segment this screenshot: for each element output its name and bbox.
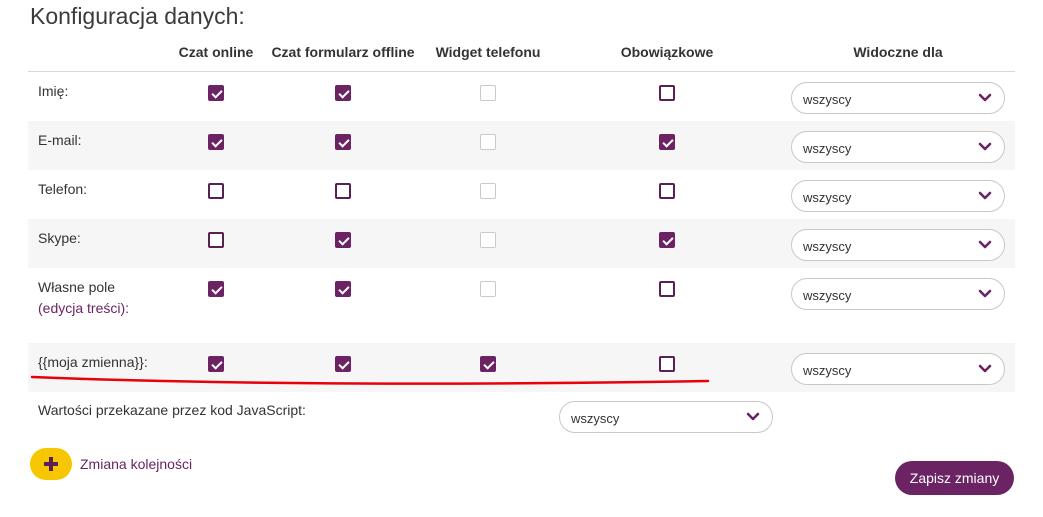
chat-online-checkbox[interactable] [208,134,224,150]
chevron-down-icon [978,289,992,298]
chat-online-checkbox[interactable] [208,183,224,199]
required-checkbox[interactable] [659,281,675,297]
row-label: Skype: [38,228,81,249]
row-label-text: Telefon: [38,181,88,197]
chevron-down-icon [746,412,760,421]
visible-for-select[interactable]: wszyscy [791,353,1005,385]
select-value: wszyscy [803,288,852,303]
chevron-down-icon [978,93,992,102]
phone-widget-checkbox[interactable] [480,356,496,372]
offline-form-checkbox[interactable] [335,183,351,199]
column-header-phone-widget: Widget telefonu [435,44,541,60]
row-label: E-mail: [38,130,82,151]
add-field-button[interactable] [30,448,72,480]
select-value: wszyscy [803,141,852,156]
required-checkbox[interactable] [659,232,675,248]
chevron-down-icon [978,142,992,151]
row-label-text: Własne pole [38,279,116,295]
chat-online-checkbox[interactable] [208,85,224,101]
js-values-label: Wartości przekazane przez kod JavaScript… [38,402,306,418]
save-button[interactable]: Zapisz zmiany [895,461,1014,495]
row-label-text: E-mail: [38,132,82,148]
select-value: wszyscy [571,411,620,426]
phone-widget-checkbox [480,232,496,248]
phone-widget-checkbox [480,281,496,297]
chat-online-checkbox[interactable] [208,232,224,248]
column-header-visible-for: Widoczne dla [853,44,943,60]
chevron-down-icon [978,240,992,249]
required-checkbox[interactable] [659,134,675,150]
select-value: wszyscy [803,239,852,254]
row-label-text: Skype: [38,230,81,246]
chevron-down-icon [978,191,992,200]
phone-widget-checkbox [480,134,496,150]
column-header-chat-online: Czat online [178,44,254,60]
column-header-required: Obowiązkowe [620,44,714,60]
row-label-text: Imię: [38,83,69,99]
header-divider [28,71,1015,72]
js-values-visible-select[interactable]: wszyscy [559,401,773,433]
chat-online-checkbox[interactable] [208,281,224,297]
visible-for-select[interactable]: wszyscy [791,229,1005,261]
offline-form-checkbox[interactable] [335,85,351,101]
offline-form-checkbox[interactable] [335,232,351,248]
visible-for-select[interactable]: wszyscy [791,278,1005,310]
row-label: Własne pole (edycja treści): [38,277,129,319]
chevron-down-icon [978,364,992,373]
row-label-text: {{moja zmienna}}: [38,354,148,370]
offline-form-checkbox[interactable] [335,134,351,150]
row-label: Telefon: [38,179,87,200]
visible-for-select[interactable]: wszyscy [791,131,1005,163]
select-value: wszyscy [803,363,852,378]
offline-form-checkbox[interactable] [335,356,351,372]
visible-for-select[interactable]: wszyscy [791,180,1005,212]
reorder-link[interactable]: Zmiana kolejności [80,456,192,472]
chat-online-checkbox[interactable] [208,356,224,372]
phone-widget-checkbox [480,85,496,101]
select-value: wszyscy [803,190,852,205]
required-checkbox[interactable] [659,85,675,101]
visible-for-select[interactable]: wszyscy [791,82,1005,114]
row-label: Imię: [38,81,68,102]
select-value: wszyscy [803,92,852,107]
column-header-offline-form: Czat formularz offline [271,44,415,60]
required-checkbox[interactable] [659,356,675,372]
phone-widget-checkbox [480,183,496,199]
required-checkbox[interactable] [659,183,675,199]
page-title: Konfiguracja danych: [30,3,245,29]
row-label: {{moja zmienna}}: [38,352,148,373]
offline-form-checkbox[interactable] [335,281,351,297]
edit-content-link[interactable]: (edycja treści): [38,300,129,316]
highlight-underline [30,375,710,385]
